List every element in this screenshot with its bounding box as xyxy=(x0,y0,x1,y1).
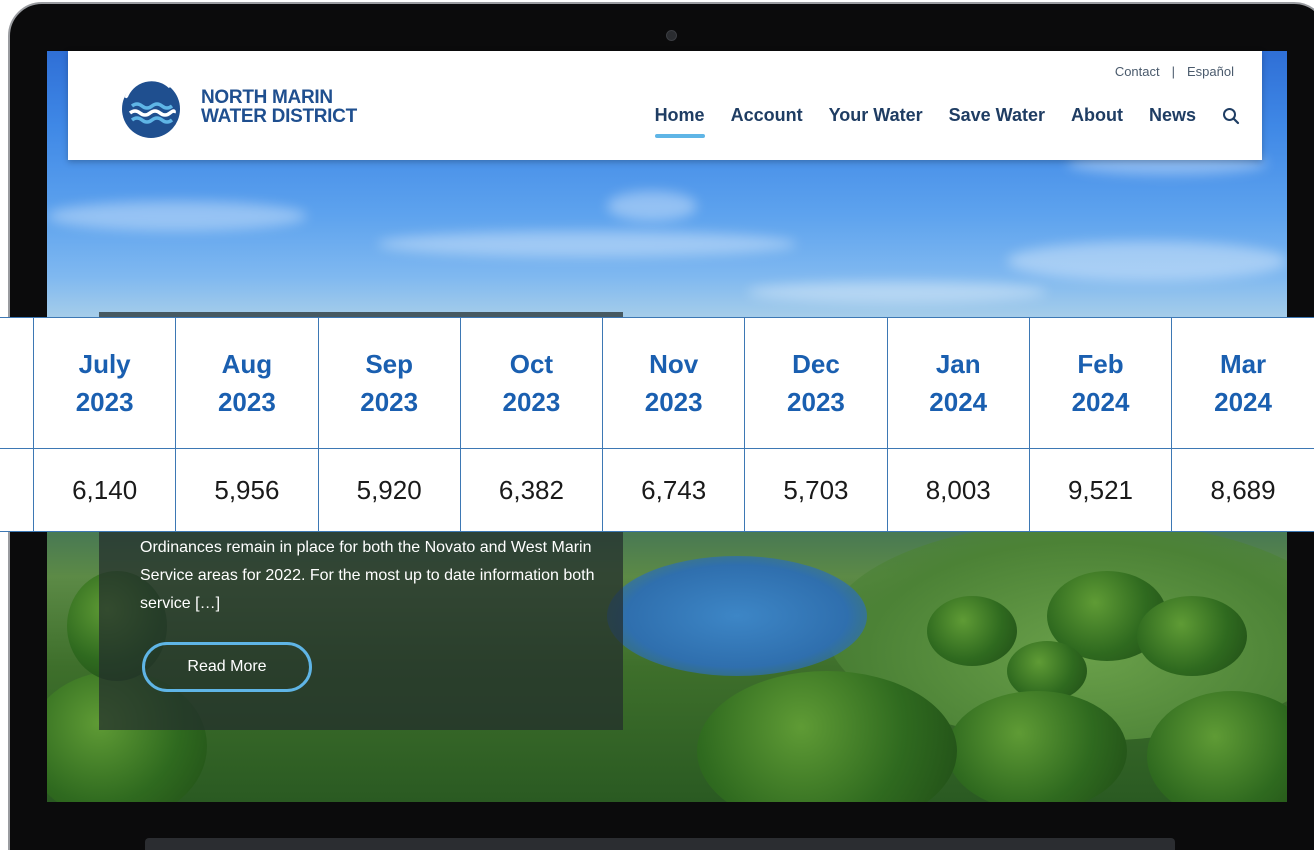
contact-link[interactable]: Contact xyxy=(1115,64,1160,79)
value-cell: 8,689 xyxy=(1171,448,1314,532)
value-cell: 9,521 xyxy=(1028,448,1173,532)
month-header: Jan 2024 xyxy=(886,317,1030,449)
utility-separator: | xyxy=(1171,64,1176,79)
nav-item-save-water[interactable]: Save Water xyxy=(949,105,1045,136)
monthly-usage-table: July 2023 Aug 2023 Sep 2023 Oct 2023 Nov 2023… xyxy=(0,317,1314,532)
water-district-logo[interactable] xyxy=(120,78,182,140)
table-stub-cell xyxy=(0,448,34,532)
read-more-button[interactable]: Read More xyxy=(142,642,312,692)
value-cell: 5,920 xyxy=(317,448,461,532)
utility-nav: Contact | Español xyxy=(1115,64,1234,79)
espanol-link[interactable]: Español xyxy=(1187,64,1234,79)
nav-item-your-water[interactable]: Your Water xyxy=(829,105,923,136)
logo-line-1: NORTH MARIN xyxy=(201,87,333,108)
page: NORTH MARIN WATER DISTRICT Contact | Esp… xyxy=(0,0,1314,850)
value-cell: 6,140 xyxy=(32,448,177,532)
month-header: Feb 2024 xyxy=(1028,317,1173,449)
nav-item-about[interactable]: About xyxy=(1071,105,1123,136)
value-cell: 5,703 xyxy=(744,448,888,532)
month-header: Oct 2023 xyxy=(459,317,604,449)
month-header: Aug 2023 xyxy=(175,317,319,449)
value-cell: 6,382 xyxy=(459,448,604,532)
nav-item-account[interactable]: Account xyxy=(731,105,803,136)
logo-wordmark[interactable]: NORTH MARIN WATER DISTRICT xyxy=(201,88,357,126)
logo-line-2: WATER DISTRICT xyxy=(201,106,357,127)
news-excerpt: Ordinances remain in place for both the … xyxy=(140,539,595,612)
value-cell: 8,003 xyxy=(886,448,1030,532)
month-header: Mar 2024 xyxy=(1171,317,1314,449)
nav-item-news[interactable]: News xyxy=(1149,105,1196,136)
table-header-row: July 2023 Aug 2023 Sep 2023 Oct 2023 Nov 2023… xyxy=(0,317,1314,449)
month-header: July 2023 xyxy=(32,317,177,449)
site-header: NORTH MARIN WATER DISTRICT Contact | Esp… xyxy=(68,51,1262,160)
month-header: Sep 2023 xyxy=(317,317,461,449)
table-value-row: 6,140 5,956 5,920 6,382 6,743 5,703 8,00… xyxy=(0,448,1314,532)
month-header: Dec 2023 xyxy=(744,317,888,449)
laptop-hinge xyxy=(145,838,1175,850)
main-nav: Home Account Your Water Save Water About… xyxy=(629,105,1240,138)
nav-item-home[interactable]: Home xyxy=(654,105,705,138)
search-icon[interactable] xyxy=(1222,107,1240,125)
camera-icon xyxy=(666,30,677,41)
value-cell: 6,743 xyxy=(602,448,746,532)
value-cell: 5,956 xyxy=(175,448,319,532)
table-stub-cell xyxy=(0,317,34,449)
month-header: Nov 2023 xyxy=(602,317,746,449)
